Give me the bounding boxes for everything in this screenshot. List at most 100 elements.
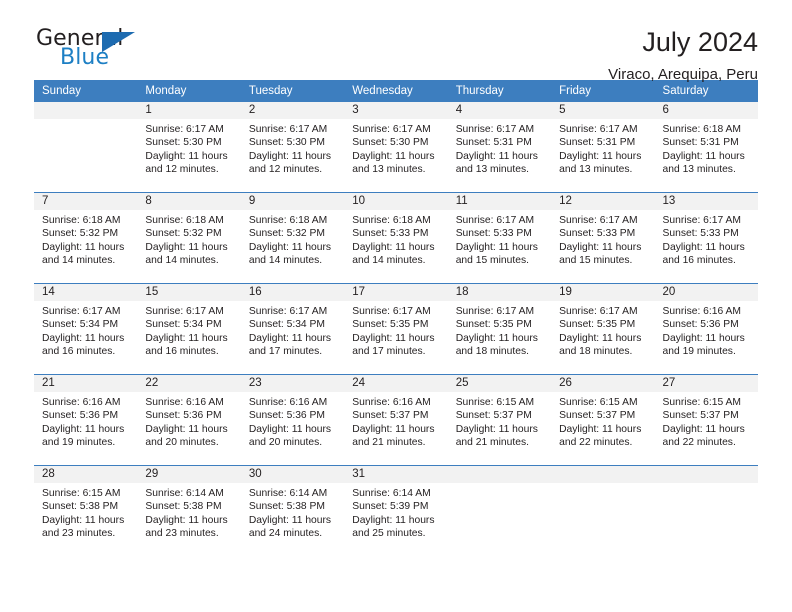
page-title: July 2024 — [642, 27, 758, 57]
calendar-day-cell[interactable]: 15 Sunrise: 6:17 AM Sunset: 5:34 PM Dayligh… — [137, 283, 241, 375]
day-detail-line: Daylight: 11 hours — [145, 423, 228, 435]
calendar-day-cell[interactable]: 21 Sunrise: 6:16 AM Sunset: 5:36 PM Dayligh… — [34, 374, 138, 466]
day-number: 9 — [240, 193, 345, 210]
day-detail-line: Daylight: 11 hours — [559, 150, 642, 162]
calendar-cell-empty — [654, 465, 758, 556]
page-header: General Blue July 2024 Viraco, Arequipa,… — [34, 0, 758, 84]
day-detail-line: Sunrise: 6:17 AM — [455, 306, 535, 317]
day-number: 5 — [551, 102, 655, 119]
day-detail-line: Sunrise: 6:17 AM — [145, 306, 224, 317]
calendar-body: 1 Sunrise: 6:17 AM Sunset: 5:30 PM Daylight… — [34, 102, 758, 556]
day-detail-line: Daylight: 11 hours — [662, 423, 745, 435]
day-details: Sunrise: 6:18 AM Sunset: 5:32 PM Daylight:… — [34, 210, 137, 268]
day-detail-line: and 20 minutes. — [145, 437, 219, 449]
day-detail-line: Sunset: 5:37 PM — [455, 410, 532, 422]
day-detail-line: Sunset: 5:37 PM — [352, 410, 429, 422]
calendar-day-cell[interactable]: 24 Sunrise: 6:16 AM Sunset: 5:37 PM Dayligh… — [344, 374, 448, 466]
calendar-cell-empty — [551, 465, 655, 556]
day-detail-line: Daylight: 11 hours — [42, 514, 125, 526]
calendar-day-cell[interactable]: 26 Sunrise: 6:15 AM Sunset: 5:37 PM Dayligh… — [551, 374, 655, 466]
day-cell-inner — [654, 466, 758, 556]
calendar-day-cell[interactable]: 25 Sunrise: 6:15 AM Sunset: 5:37 PM Dayligh… — [447, 374, 552, 466]
day-details: Sunrise: 6:17 AM Sunset: 5:34 PM Daylight:… — [137, 301, 240, 359]
day-detail-line: Sunrise: 6:16 AM — [352, 397, 431, 408]
calendar-day-cell[interactable]: 14 Sunrise: 6:17 AM Sunset: 5:34 PM Dayligh… — [34, 283, 138, 375]
calendar-day-cell[interactable]: 19 Sunrise: 6:17 AM Sunset: 5:35 PM Dayligh… — [551, 283, 655, 375]
day-cell-inner: 30 Sunrise: 6:14 AM Sunset: 5:38 PM Dayligh… — [240, 466, 345, 556]
day-detail-line: Sunset: 5:34 PM — [145, 319, 222, 331]
day-detail-line: Sunset: 5:32 PM — [145, 228, 222, 240]
calendar-day-cell[interactable]: 12 Sunrise: 6:17 AM Sunset: 5:33 PM Dayligh… — [551, 192, 655, 284]
day-detail-line: Sunrise: 6:17 AM — [559, 306, 638, 317]
calendar-day-cell[interactable]: 23 Sunrise: 6:16 AM Sunset: 5:36 PM Dayligh… — [240, 374, 345, 466]
day-detail-line: and 21 minutes. — [352, 437, 426, 449]
day-detail-line: and 13 minutes. — [455, 164, 529, 176]
weekday-header-monday: Monday — [137, 80, 241, 102]
day-detail-line: Sunrise: 6:15 AM — [42, 488, 121, 499]
day-detail-line: Sunset: 5:36 PM — [42, 410, 119, 422]
day-number: 7 — [34, 193, 138, 210]
day-number: 29 — [137, 466, 241, 483]
day-detail-line: Daylight: 11 hours — [248, 332, 332, 344]
calendar-day-cell[interactable]: 31 Sunrise: 6:14 AM Sunset: 5:39 PM Dayligh… — [344, 465, 448, 556]
calendar-week-row: 28 Sunrise: 6:15 AM Sunset: 5:38 PM Dayligh… — [34, 465, 758, 556]
calendar-day-cell[interactable]: 4 Sunrise: 6:17 AM Sunset: 5:31 PM Daylight… — [447, 102, 552, 193]
calendar-week-row: 14 Sunrise: 6:17 AM Sunset: 5:34 PM Dayligh… — [34, 283, 758, 375]
calendar-day-cell[interactable]: 20 Sunrise: 6:16 AM Sunset: 5:36 PM Dayligh… — [654, 283, 758, 375]
day-detail-line: and 15 minutes. — [559, 255, 633, 267]
day-detail-line: and 13 minutes. — [352, 164, 426, 176]
day-number: 20 — [654, 284, 758, 301]
calendar-day-cell[interactable]: 29 Sunrise: 6:14 AM Sunset: 5:38 PM Dayligh… — [137, 465, 241, 556]
day-detail-line: Daylight: 11 hours — [248, 514, 332, 526]
calendar-day-cell[interactable]: 11 Sunrise: 6:17 AM Sunset: 5:33 PM Dayligh… — [447, 192, 552, 284]
day-number: 27 — [654, 375, 758, 392]
day-detail-line: Daylight: 11 hours — [352, 423, 435, 435]
calendar-day-cell[interactable]: 10 Sunrise: 6:18 AM Sunset: 5:33 PM Dayligh… — [344, 192, 448, 284]
day-detail-line: Sunrise: 6:17 AM — [559, 215, 638, 226]
day-details: Sunrise: 6:15 AM Sunset: 5:37 PM Daylight:… — [448, 392, 551, 450]
calendar-day-cell[interactable]: 6 Sunrise: 6:18 AM Sunset: 5:31 PM Daylight… — [654, 102, 758, 193]
calendar-day-cell[interactable]: 1 Sunrise: 6:17 AM Sunset: 5:30 PM Daylight… — [137, 102, 241, 193]
day-detail-line: Daylight: 11 hours — [42, 241, 125, 253]
day-cell-inner: 24 Sunrise: 6:16 AM Sunset: 5:37 PM Dayligh… — [344, 375, 448, 465]
day-details: Sunrise: 6:14 AM Sunset: 5:39 PM Daylight:… — [344, 483, 447, 541]
calendar-day-cell[interactable]: 3 Sunrise: 6:17 AM Sunset: 5:30 PM Daylight… — [344, 102, 448, 193]
day-details: Sunrise: 6:17 AM Sunset: 5:35 PM Daylight:… — [448, 301, 551, 359]
day-detail-line: and 24 minutes. — [248, 528, 323, 540]
calendar-day-cell[interactable]: 17 Sunrise: 6:17 AM Sunset: 5:35 PM Dayligh… — [344, 283, 448, 375]
day-details: Sunrise: 6:17 AM Sunset: 5:33 PM Daylight:… — [551, 210, 654, 268]
calendar-day-cell[interactable]: 13 Sunrise: 6:17 AM Sunset: 5:33 PM Dayligh… — [654, 192, 758, 284]
calendar-day-cell[interactable]: 30 Sunrise: 6:14 AM Sunset: 5:38 PM Dayligh… — [240, 465, 345, 556]
logo-text-blue: Blue — [60, 45, 110, 70]
calendar-day-cell[interactable]: 8 Sunrise: 6:18 AM Sunset: 5:32 PM Daylight… — [137, 192, 241, 284]
day-details: Sunrise: 6:17 AM Sunset: 5:33 PM Daylight:… — [448, 210, 551, 268]
calendar-day-cell[interactable]: 7 Sunrise: 6:18 AM Sunset: 5:32 PM Daylight… — [34, 192, 138, 284]
day-number: 28 — [34, 466, 138, 483]
day-details: Sunrise: 6:17 AM Sunset: 5:35 PM Daylight:… — [344, 301, 447, 359]
calendar-day-cell[interactable]: 22 Sunrise: 6:16 AM Sunset: 5:36 PM Dayligh… — [137, 374, 241, 466]
day-detail-line: Daylight: 11 hours — [455, 423, 538, 435]
day-detail-line: Sunset: 5:34 PM — [42, 319, 119, 331]
day-detail-line: Daylight: 11 hours — [662, 241, 745, 253]
calendar-day-cell[interactable]: 18 Sunrise: 6:17 AM Sunset: 5:35 PM Dayligh… — [447, 283, 552, 375]
calendar-day-cell[interactable]: 5 Sunrise: 6:17 AM Sunset: 5:31 PM Daylight… — [551, 102, 655, 193]
day-cell-inner: 7 Sunrise: 6:18 AM Sunset: 5:32 PM Daylight… — [34, 193, 138, 283]
calendar-day-cell[interactable]: 16 Sunrise: 6:17 AM Sunset: 5:34 PM Dayligh… — [240, 283, 345, 375]
day-detail-line: Daylight: 11 hours — [145, 332, 228, 344]
day-detail-line: Daylight: 11 hours — [352, 332, 435, 344]
day-detail-line: Sunrise: 6:16 AM — [145, 397, 224, 408]
calendar-day-cell[interactable]: 2 Sunrise: 6:17 AM Sunset: 5:30 PM Daylight… — [240, 102, 345, 193]
calendar-day-cell[interactable]: 9 Sunrise: 6:18 AM Sunset: 5:32 PM Daylight… — [240, 192, 345, 284]
day-detail-line: Sunset: 5:30 PM — [352, 137, 429, 149]
weekday-header-thursday: Thursday — [447, 80, 552, 102]
general-blue-logo[interactable]: General Blue — [34, 28, 164, 74]
day-detail-line: and 18 minutes. — [455, 346, 529, 358]
calendar-day-cell[interactable]: 28 Sunrise: 6:15 AM Sunset: 5:38 PM Dayligh… — [34, 465, 138, 556]
day-detail-line: Sunrise: 6:14 AM — [352, 488, 431, 499]
day-detail-line: Daylight: 11 hours — [352, 241, 435, 253]
day-detail-line: Sunset: 5:37 PM — [662, 410, 739, 422]
day-details: Sunrise: 6:14 AM Sunset: 5:38 PM Daylight:… — [137, 483, 240, 541]
calendar-day-cell[interactable]: 27 Sunrise: 6:15 AM Sunset: 5:37 PM Dayligh… — [654, 374, 758, 466]
weekday-header-tuesday: Tuesday — [240, 80, 345, 102]
day-detail-line: Sunset: 5:35 PM — [455, 319, 532, 331]
